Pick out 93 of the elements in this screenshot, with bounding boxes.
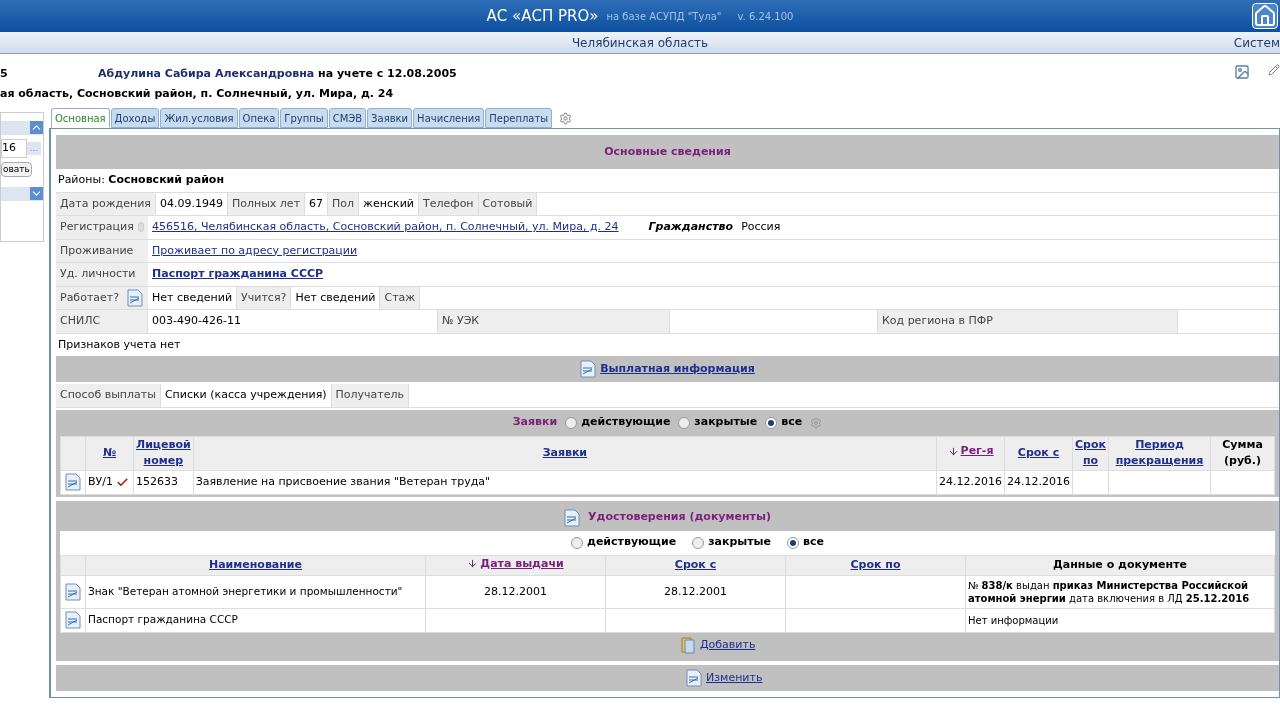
region-name: Челябинская область <box>571 34 709 52</box>
section-title: Заявки <box>512 414 558 431</box>
person-address: ая область, Сосновский район, п. Солнечный, ул. Мира, д. 24 <box>0 86 394 102</box>
settings-icon[interactable] <box>810 416 823 429</box>
document-info: № 838/к выдан приказ Министерства Российской атомной энергии дата включения в ЛД 25.12.2016 <box>968 579 1250 604</box>
app-title: АС «АСП PRO» <box>486 5 599 27</box>
field-label: Регистрация <box>60 219 134 235</box>
tab[interactable]: Группы <box>280 108 328 128</box>
payment-link[interactable]: Выплатная информация <box>600 360 755 378</box>
field-label: Телефон <box>418 192 479 215</box>
table-cell: Заявление на присвоение звания "Ветеран труда" <box>193 470 937 494</box>
section-title: Удостоверения (документы) <box>588 509 771 526</box>
field-label: Пол <box>328 192 360 215</box>
document-info: Нет информации <box>968 614 1059 626</box>
field-label: Уд. личности <box>56 263 148 286</box>
field-label: Районы: <box>58 173 105 186</box>
section-header: Основные сведения <box>56 135 1279 169</box>
app-subtitle: на базе АСУПД "Тула" <box>606 9 722 24</box>
document-edit-icon[interactable] <box>65 473 81 491</box>
radio-label: все <box>781 414 803 431</box>
radio-label: закрытые <box>694 414 758 431</box>
document-edit-icon[interactable] <box>65 582 81 601</box>
person-name: Абдулина Сабира Александровна <box>98 67 315 80</box>
tab[interactable]: Начисления <box>413 108 485 128</box>
pencil-icon[interactable] <box>1268 64 1280 76</box>
tab[interactable]: Опека <box>238 108 280 128</box>
home-icon[interactable] <box>1252 3 1278 29</box>
column-header: Сумма (руб.) <box>1222 437 1263 467</box>
radio-button[interactable] <box>565 416 578 429</box>
document-edit-icon[interactable] <box>686 668 702 687</box>
column-sort-link[interactable]: Заявки <box>542 444 588 462</box>
record-number: 5 <box>0 66 8 82</box>
registration-since: на учете с 12.08.2005 <box>318 67 457 80</box>
field-label: Дата рождения <box>56 192 156 215</box>
sort-arrow-icon <box>947 446 959 458</box>
expand-icon[interactable] <box>30 187 43 200</box>
radio-button[interactable] <box>571 536 583 549</box>
field-label: Полных лет <box>227 192 306 215</box>
table-cell: 24.12.2016 <box>936 470 1005 494</box>
picture-icon[interactable] <box>1234 64 1250 80</box>
table-cell: Знак "Ветеран атомной энергетики и промышленности" <box>85 575 426 609</box>
radio-button[interactable] <box>678 416 691 429</box>
add-link[interactable]: Добавить <box>700 636 756 653</box>
tab[interactable]: Заявки <box>367 108 413 128</box>
settings-icon[interactable] <box>559 112 573 125</box>
field-label: Код региона в ПФР <box>878 310 1178 333</box>
radio-label: все <box>803 534 824 551</box>
document-edit-icon[interactable] <box>127 288 144 307</box>
book-icon[interactable] <box>680 635 696 654</box>
table-cell: 152633 <box>133 470 194 494</box>
action-button[interactable]: овать <box>1 161 32 177</box>
field-value: Россия <box>741 219 781 235</box>
radio-button[interactable] <box>692 536 705 549</box>
column-sort-link[interactable]: № <box>102 444 117 462</box>
column-header: Данные о документе <box>1053 557 1187 571</box>
tab[interactable]: Переплаты <box>485 108 553 128</box>
field-label: № УЭК <box>438 310 670 333</box>
tab[interactable]: СМЭВ <box>328 108 367 128</box>
identity-link[interactable]: Паспорт гражданина СССР <box>152 266 324 283</box>
document-edit-icon[interactable] <box>564 508 581 527</box>
tab[interactable]: Доходы <box>110 108 160 128</box>
field-label: Учится? <box>237 286 292 309</box>
field-label: Способ выплаты <box>56 384 161 407</box>
system-menu[interactable]: Систем <box>1233 33 1280 52</box>
tab[interactable]: Жил.условия <box>160 108 238 128</box>
radio-button[interactable] <box>765 416 778 429</box>
table-cell: 28.12.2001 <box>484 584 547 598</box>
residence-link[interactable]: Проживает по адресу регистрации <box>152 242 358 259</box>
sort-arrow-icon <box>467 558 479 570</box>
app-version: v. 6.24.100 <box>737 9 794 24</box>
document-edit-icon[interactable] <box>580 360 597 378</box>
table-cell: 24.12.2016 <box>1004 470 1073 494</box>
field-label: Сотовый <box>478 192 538 215</box>
document-edit-icon[interactable] <box>65 611 81 630</box>
tab[interactable]: Основная <box>51 108 110 128</box>
table-cell: 28.12.2001 <box>664 584 727 598</box>
radio-label: действующие <box>581 414 671 431</box>
table-cell: Паспорт гражданина СССР <box>85 608 426 633</box>
address-link[interactable]: 456516, Челябинская область, Сосновский район, п. Солнечный, ул. Мира, д. 24 <box>152 219 619 236</box>
field-label: Получатель <box>331 384 410 407</box>
date-field[interactable]: 16 <box>1 139 27 158</box>
field-label: Стаж <box>380 286 421 309</box>
field-label: Гражданство <box>648 219 734 235</box>
field-value: Сосновский район <box>108 173 224 186</box>
edit-link[interactable]: Изменить <box>706 669 763 686</box>
collapse-icon[interactable] <box>30 121 43 134</box>
field-label: Работает? <box>60 289 120 306</box>
radio-button[interactable] <box>787 536 799 549</box>
field-label: СНИЛС <box>56 310 148 333</box>
table-cell-text: ВУ/1 <box>88 473 113 490</box>
field-label: Проживание <box>56 239 148 262</box>
radio-label: действующие <box>587 534 677 551</box>
radio-label: закрытые <box>708 534 771 551</box>
